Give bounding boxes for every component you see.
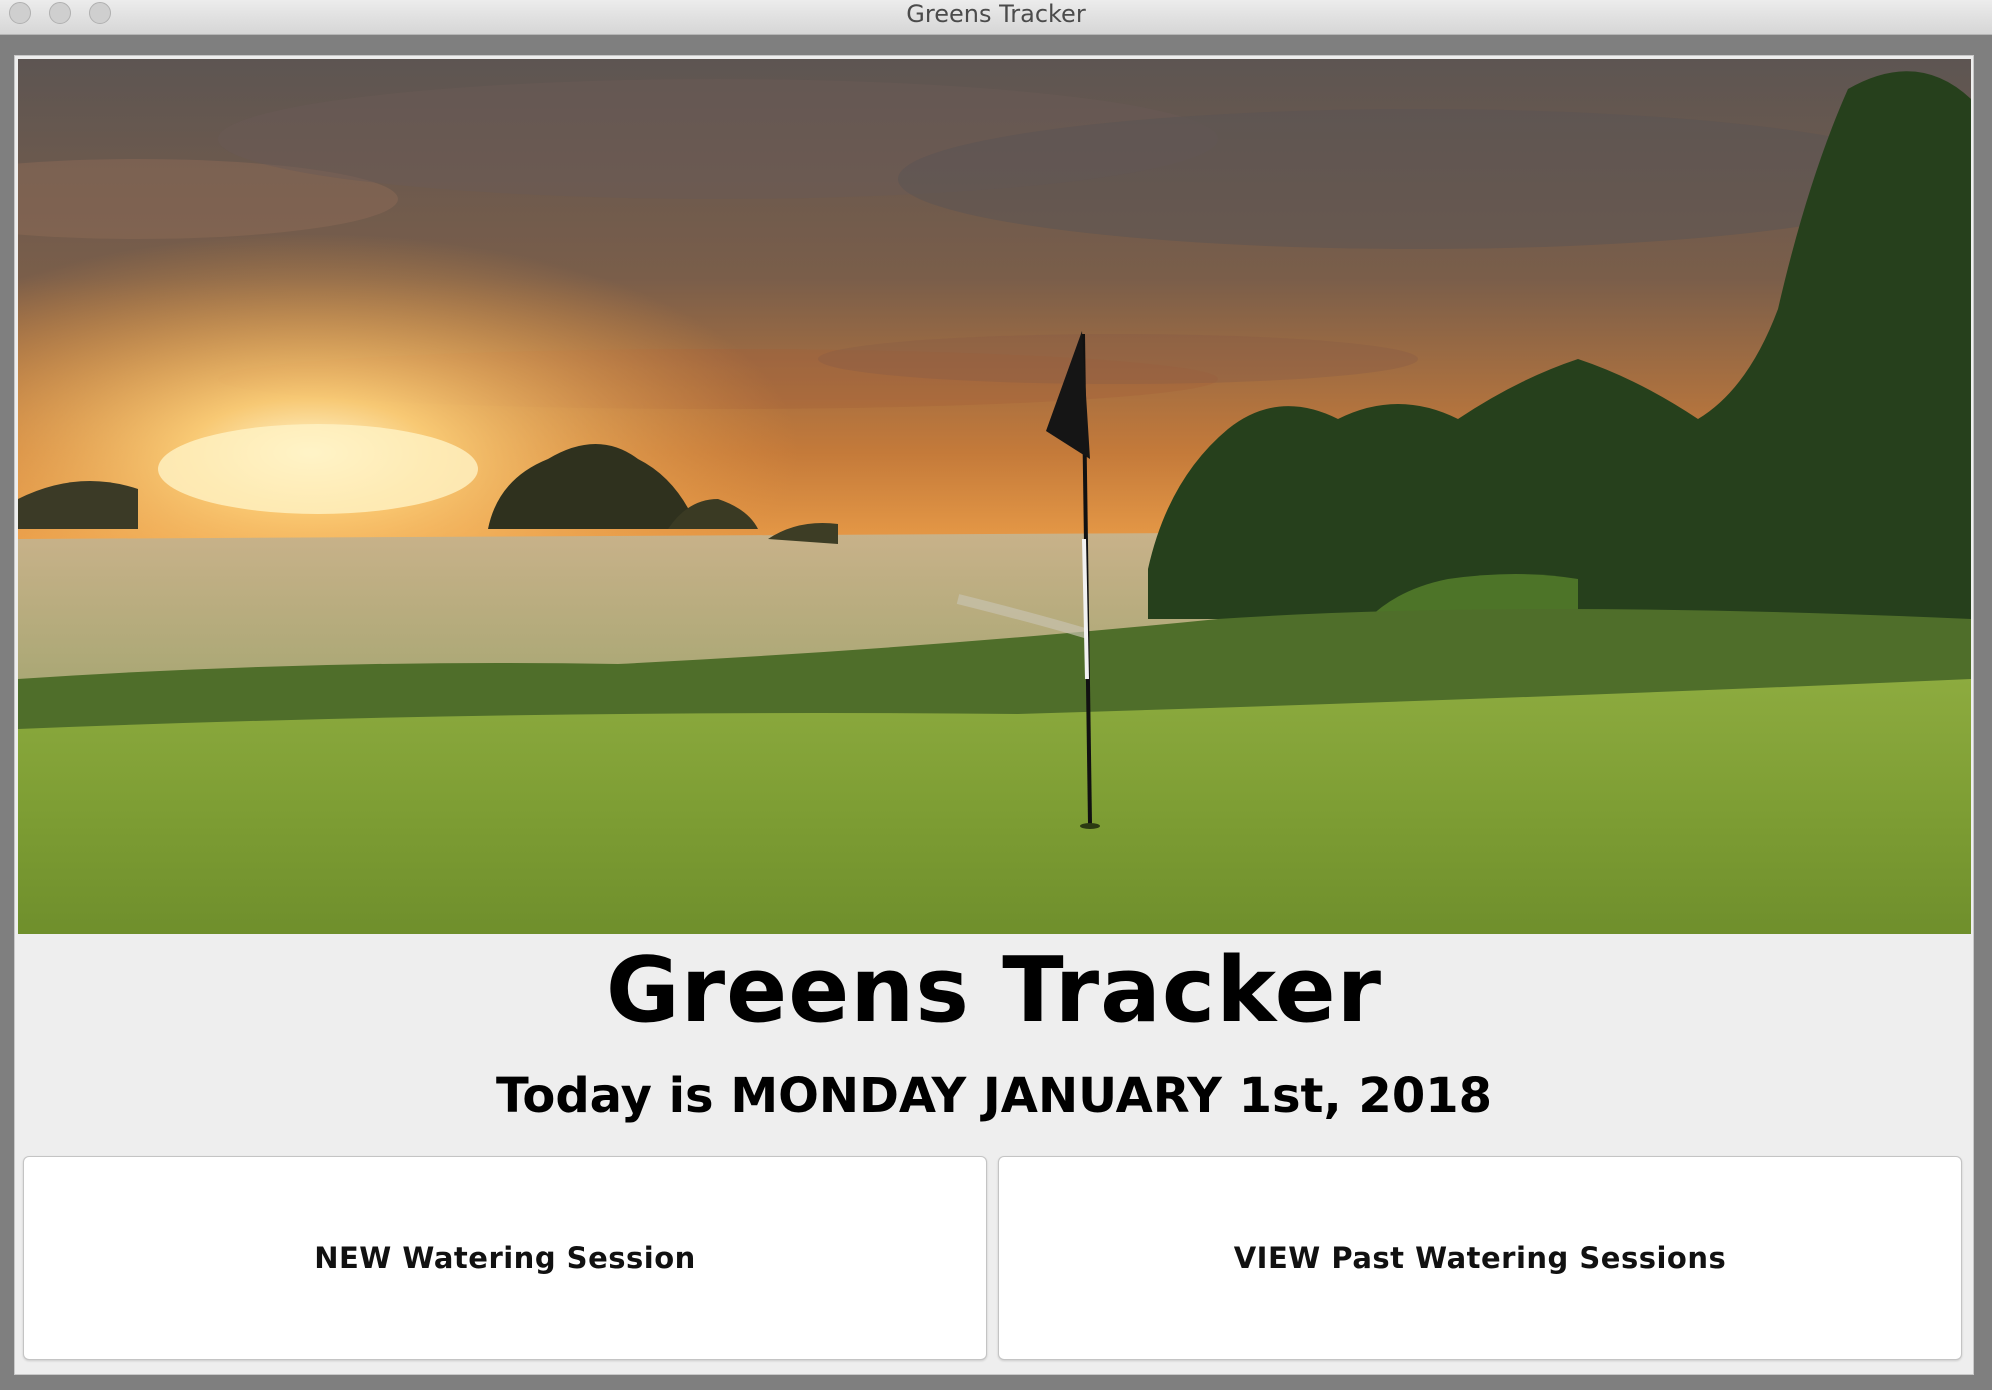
golf-course-photo <box>18 59 1971 934</box>
app-window: Greens Tracker Greens Tracker Today is M… <box>0 0 1992 1390</box>
app-title: Greens Tracker <box>605 938 1383 1043</box>
view-past-watering-sessions-button[interactable]: VIEW Past Watering Sessions <box>998 1156 1962 1360</box>
title-bar[interactable]: Greens Tracker <box>0 0 1992 35</box>
main-panel: Greens Tracker Today is MONDAY JANUARY 1… <box>14 55 1974 1375</box>
new-watering-session-button[interactable]: NEW Watering Session <box>23 1156 987 1360</box>
window-title: Greens Tracker <box>906 0 1086 28</box>
today-date-label: Today is MONDAY JANUARY 1st, 2018 <box>495 1068 1493 1124</box>
